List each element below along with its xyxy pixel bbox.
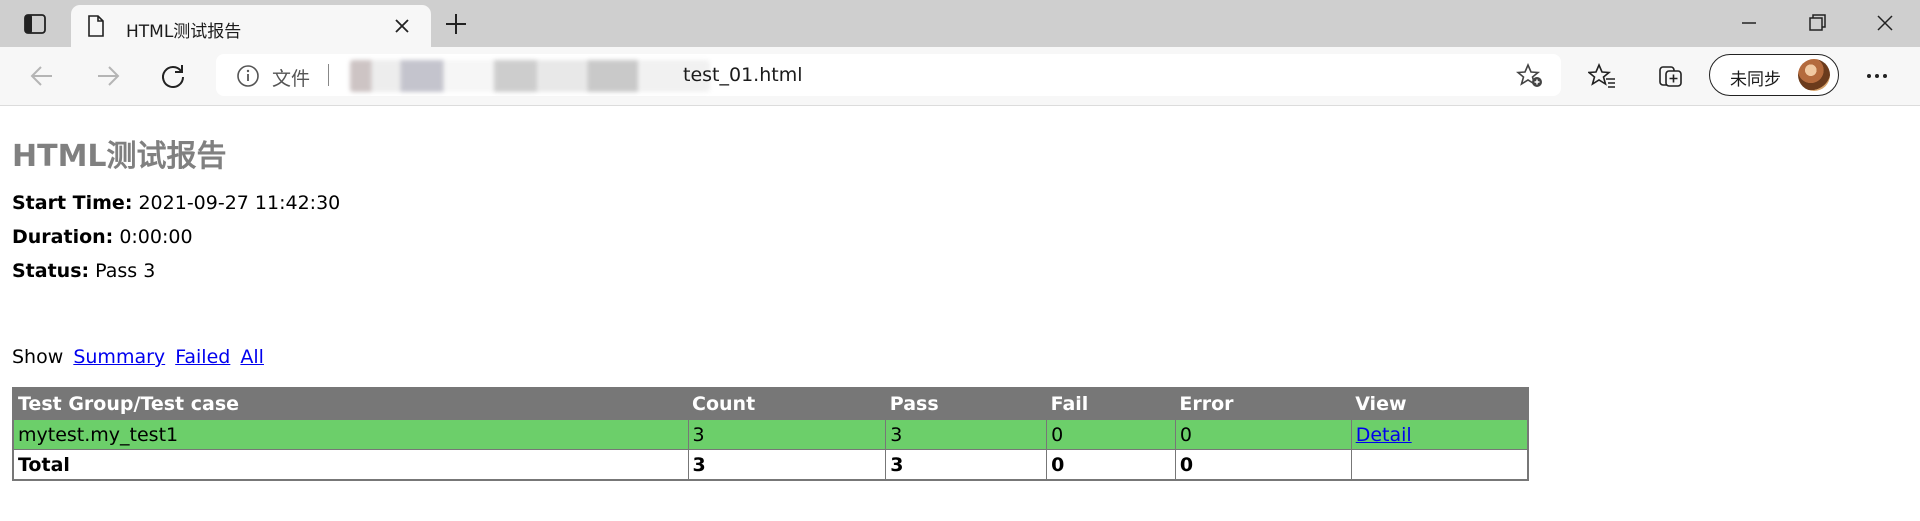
detail-link[interactable]: Detail xyxy=(1356,424,1412,446)
address-separator xyxy=(328,64,329,86)
collections-icon[interactable] xyxy=(1657,62,1685,90)
table-header-row: Test Group/Test case Count Pass Fail Err… xyxy=(13,388,1528,420)
reload-icon[interactable] xyxy=(159,62,187,90)
meta-value: 2021-09-27 11:42:30 xyxy=(138,192,341,214)
total-fail: 0 xyxy=(1046,449,1176,481)
back-arrow-icon[interactable] xyxy=(28,62,56,90)
tab-title: HTML测试报告 xyxy=(126,22,242,42)
avatar xyxy=(1798,59,1830,91)
column-header: Count xyxy=(688,388,886,420)
window-close-icon[interactable] xyxy=(1872,10,1898,36)
total-view xyxy=(1350,449,1529,481)
total-row: Total 3 3 0 0 xyxy=(12,449,1529,481)
column-header: Test Group/Test case xyxy=(13,388,689,420)
column-header: View xyxy=(1351,388,1528,420)
total-pass: 3 xyxy=(885,449,1048,481)
meta-status: Status: Pass 3 xyxy=(12,260,155,282)
meta-key: Status: xyxy=(12,260,90,282)
meta-value: 0:00:00 xyxy=(119,226,193,248)
total-label: Total xyxy=(12,449,689,481)
document-icon xyxy=(88,15,104,37)
meta-value: Pass 3 xyxy=(95,260,156,282)
column-header: Fail xyxy=(1046,388,1176,420)
page-title: HTML测试报告 xyxy=(12,139,227,174)
tab-actions-button[interactable] xyxy=(14,10,56,38)
fail-cell: 0 xyxy=(1046,419,1176,450)
table-row: mytest.my_test1 3 3 0 0 Detail xyxy=(12,419,1529,450)
all-link[interactable]: All xyxy=(240,346,264,368)
tab-actions-icon xyxy=(24,14,46,34)
show-label: Show xyxy=(12,346,64,368)
sync-label: 未同步 xyxy=(1730,70,1781,90)
column-header: Error xyxy=(1175,388,1352,420)
count-cell: 3 xyxy=(687,419,887,450)
meta-duration: Duration: 0:00:00 xyxy=(12,226,193,248)
summary-link[interactable]: Summary xyxy=(73,346,165,368)
error-cell: 0 xyxy=(1174,419,1352,450)
plus-icon[interactable] xyxy=(443,11,469,37)
sync-profile-button[interactable]: 未同步 xyxy=(1709,54,1839,96)
info-icon[interactable] xyxy=(236,64,260,88)
forward-arrow-icon[interactable] xyxy=(94,62,122,90)
tab-bar: HTML测试报告 xyxy=(0,0,1920,47)
meta-start-time: Start Time: 2021-09-27 11:42:30 xyxy=(12,192,340,214)
minimize-icon[interactable] xyxy=(1736,10,1762,36)
meta-key: Duration: xyxy=(12,226,114,248)
failed-link[interactable]: Failed xyxy=(175,346,230,368)
pass-cell: 3 xyxy=(885,419,1048,450)
view-cell: Detail xyxy=(1350,419,1529,450)
address-scheme-label: 文件 xyxy=(272,68,311,90)
favorites-icon[interactable] xyxy=(1588,62,1616,90)
column-header: Pass xyxy=(885,388,1047,420)
address-bar[interactable]: 文件 test_01.html xyxy=(216,54,1561,96)
results-table: Test Group/Test case Count Pass Fail Err… xyxy=(12,387,1529,481)
meta-key: Start Time: xyxy=(12,192,133,214)
show-filter: Show Summary Failed All xyxy=(12,346,264,368)
address-url: test_01.html xyxy=(683,64,803,86)
restore-icon[interactable] xyxy=(1804,10,1830,36)
redacted-path xyxy=(350,60,710,92)
total-error: 0 xyxy=(1174,449,1352,481)
more-icon[interactable] xyxy=(1863,62,1891,90)
active-tab[interactable]: HTML测试报告 xyxy=(71,5,431,47)
close-icon[interactable] xyxy=(393,17,411,35)
total-count: 3 xyxy=(687,449,887,481)
add-favorite-icon[interactable] xyxy=(1516,63,1544,89)
browser-toolbar: 文件 test_01.html 未同步 xyxy=(0,47,1920,106)
test-case-name: mytest.my_test1 xyxy=(12,419,689,450)
